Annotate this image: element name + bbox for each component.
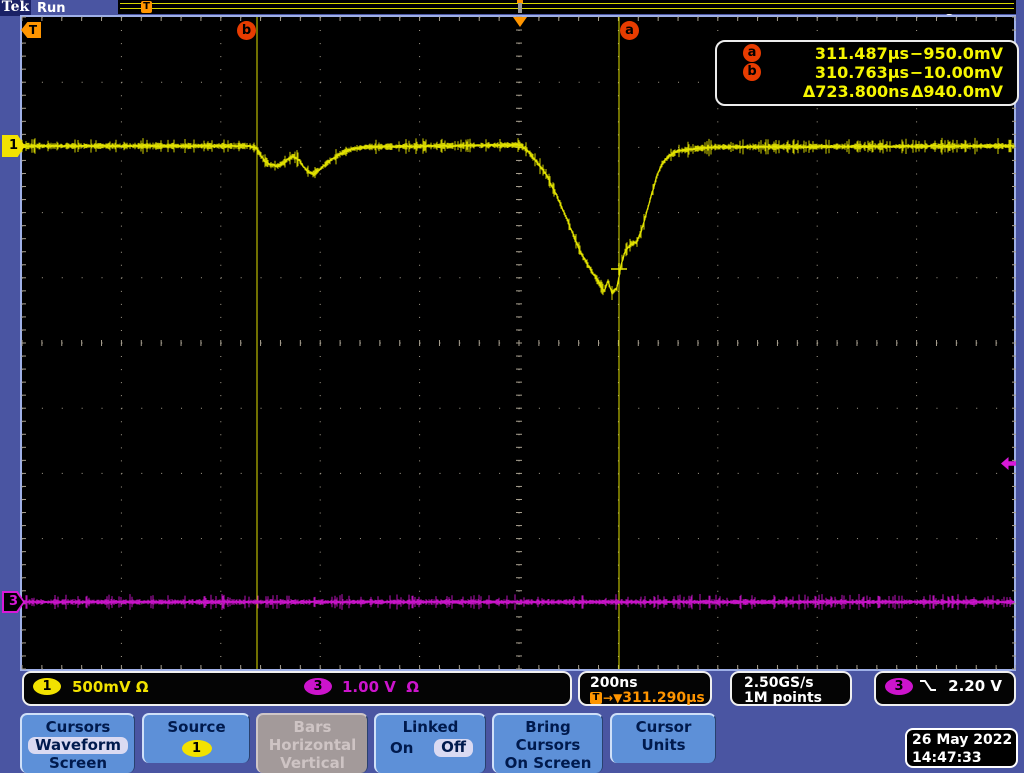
cursor-a-voltage: −950.0mV	[909, 44, 1003, 63]
arrow-right-icon: →	[603, 691, 614, 705]
cursor-readout-box: a 311.487µs −950.0mV b 310.763µs −10.00m…	[715, 40, 1019, 106]
menu-cursor-units-button[interactable]: Cursor Units	[610, 713, 716, 763]
menu-linked-title: Linked	[402, 718, 459, 736]
time-text: 14:47:33	[912, 750, 982, 766]
menu-bring-line3: On Screen	[504, 754, 592, 772]
cursor-delta-voltage: Δ940.0mV	[910, 82, 1003, 101]
horizontal-delay-value: 311.290µs	[622, 690, 705, 706]
channel3-scale: 1.00 V Ω	[342, 678, 420, 696]
expansion-point-icon	[513, 17, 527, 27]
expansion-marker-icon: ▼	[613, 691, 623, 705]
menu-linked-off[interactable]: Off	[434, 739, 473, 757]
cursor-a-time: 311.487µs	[814, 44, 909, 63]
cursor-b-badge[interactable]: b	[237, 21, 256, 40]
cursor-b-voltage: −10.00mV	[909, 63, 1003, 82]
horizontal-settings-box[interactable]: 200ns T → ▼ 311.290µs	[578, 671, 712, 706]
acquisition-info-box[interactable]: 2.50GS/s 1M points	[730, 671, 852, 706]
menu-bars-line2: Horizontal	[268, 736, 357, 754]
menu-source-button[interactable]: Source 1	[142, 713, 250, 763]
menu-units-line2: Units	[641, 736, 686, 754]
trigger-source-badge: 3	[885, 678, 913, 695]
channel1-scale: 500mV Ω	[72, 678, 149, 696]
acquisition-overview-bar: T	[118, 0, 1016, 14]
cursor-delta-time: Δ723.800ns	[802, 82, 909, 101]
menu-cursors-title: Cursors	[45, 718, 111, 736]
menu-bring-line2: Cursors	[515, 736, 581, 754]
readout-a-badge: a	[743, 44, 761, 62]
menu-linked-button[interactable]: Linked On Off	[374, 713, 486, 773]
falling-edge-icon	[920, 680, 936, 691]
acq-trigger-position-marker: T	[141, 1, 152, 13]
channel1-badge[interactable]: 1	[33, 678, 61, 695]
cursor-b-time: 310.763µs	[814, 63, 909, 82]
acq-waveform-line	[120, 3, 1014, 4]
menu-bars-button: Bars Horizontal Vertical	[256, 713, 368, 773]
menu-source-title: Source	[167, 718, 226, 736]
readout-b-badge: b	[743, 63, 761, 81]
cursor-a-badge[interactable]: a	[620, 21, 639, 40]
waveform-graticule	[21, 16, 1016, 670]
menu-bars-line3: Vertical	[280, 754, 345, 772]
menu-bring-cursors-button[interactable]: Bring Cursors On Screen	[492, 713, 603, 773]
menu-cursors-button[interactable]: Cursors Waveform Screen	[20, 713, 135, 773]
trigger-settings-box[interactable]: 3 2.20 V	[874, 671, 1016, 706]
acq-expansion-cap	[517, 0, 523, 3]
acq-waveform-line	[120, 8, 1014, 9]
menu-units-line1: Cursor	[635, 718, 692, 736]
record-length: 1M points	[744, 690, 822, 706]
horizontal-delay-row: T → ▼ 311.290µs	[590, 690, 705, 706]
channel-scale-box[interactable]: 1 500mV Ω 3 1.00 V Ω	[22, 671, 572, 706]
datetime-box: 26 May 2022 14:47:33	[905, 728, 1018, 768]
run-status: Run	[37, 1, 66, 16]
menu-cursors-selected[interactable]: Waveform	[28, 737, 128, 754]
timebase-scale: 200ns	[590, 675, 638, 691]
source-channel-badge: 1	[181, 740, 212, 757]
date-text: 26 May 2022	[912, 732, 1013, 748]
trigger-level-value: 2.20 V	[948, 677, 1002, 695]
menu-bars-line1: Bars	[293, 718, 332, 736]
menu-bring-line1: Bring	[525, 718, 571, 736]
menu-cursors-option[interactable]: Screen	[22, 754, 134, 772]
trigger-t-icon: T	[590, 692, 602, 704]
menu-linked-on[interactable]: On	[390, 739, 413, 757]
channel3-badge[interactable]: 3	[304, 678, 332, 695]
sample-rate: 2.50GS/s	[744, 675, 814, 691]
tek-logo: Tek	[0, 0, 31, 16]
